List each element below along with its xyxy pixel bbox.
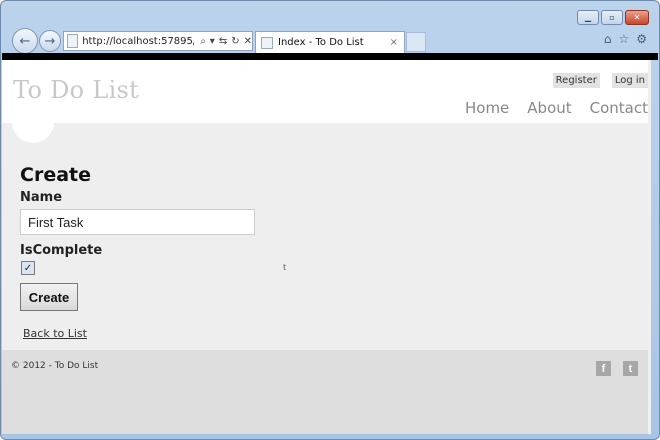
toolbar-divider — [2, 53, 658, 60]
forward-button[interactable]: → — [39, 30, 61, 52]
login-area: Register Log in — [552, 73, 648, 88]
browser-titlebar: ▁ ▫ ✕ ← → ⌕ ▾ ⇆ ↻ ✕ Index - To Do List × — [1, 1, 659, 54]
refresh-icon[interactable]: ↻ — [231, 36, 239, 47]
social-links: f t — [596, 361, 638, 376]
menu-home-link[interactable]: Home — [465, 99, 509, 117]
site-header: To Do List Register Log in Home About Co… — [2, 60, 648, 123]
compatibility-icon[interactable]: ⇆ — [219, 36, 227, 47]
main-menu: Home About Contact — [465, 99, 648, 117]
facebook-icon[interactable]: f — [596, 361, 611, 376]
site-title[interactable]: To Do List — [13, 76, 139, 104]
name-label: Name — [20, 190, 63, 205]
browser-tab[interactable]: Index - To Do List × — [255, 31, 405, 53]
iscomplete-label: IsComplete — [20, 243, 103, 258]
back-arrow-icon: ← — [19, 33, 31, 49]
copyright-text: © 2012 - To Do List — [11, 361, 99, 371]
twitter-icon[interactable]: t — [623, 361, 638, 376]
site-footer: © 2012 - To Do List f t — [2, 350, 648, 434]
page-heading: Create — [20, 164, 91, 186]
register-link[interactable]: Register — [552, 73, 600, 88]
stop-icon[interactable]: ✕ — [244, 36, 252, 47]
dropdown-icon[interactable]: ▾ — [210, 36, 215, 47]
stray-text-mark: t — [283, 263, 287, 272]
home-icon[interactable]: ⌂ — [604, 32, 612, 46]
tab-title: Index - To Do List — [278, 37, 364, 48]
favorites-star-icon[interactable]: ☆ — [618, 32, 629, 46]
browser-window: ▁ ▫ ✕ ← → ⌕ ▾ ⇆ ↻ ✕ Index - To Do List × — [0, 0, 660, 440]
menu-contact-link[interactable]: Contact — [590, 99, 648, 117]
menu-about-link[interactable]: About — [527, 99, 571, 117]
tab-close-icon[interactable]: × — [390, 37, 398, 48]
close-window-button[interactable]: ✕ — [625, 10, 649, 25]
forward-arrow-icon: → — [44, 33, 56, 49]
checkmark-icon: ✓ — [23, 262, 33, 274]
login-link[interactable]: Log in — [611, 73, 648, 88]
search-icon[interactable]: ⌕ — [200, 36, 206, 47]
tab-page-icon — [261, 36, 273, 49]
new-tab-button[interactable] — [406, 32, 426, 52]
address-bar[interactable]: ⌕ ▾ ⇆ ↻ ✕ — [63, 31, 253, 51]
scrollbar-track[interactable] — [648, 60, 651, 434]
create-button[interactable]: Create — [20, 283, 78, 311]
window-controls: ▁ ▫ ✕ — [577, 10, 649, 25]
name-input[interactable] — [20, 209, 255, 235]
page-viewport: To Do List Register Log in Home About Co… — [2, 60, 648, 434]
page-icon — [67, 34, 79, 48]
settings-gear-icon[interactable]: ⚙ — [636, 32, 647, 46]
browser-toolbar: ⌂ ☆ ⚙ — [604, 32, 647, 46]
main-content: Create Name IsComplete ✓ t Create Back t… — [2, 101, 648, 350]
address-tools: ⌕ ▾ ⇆ ↻ ✕ — [200, 36, 252, 47]
maximize-button[interactable]: ▫ — [601, 10, 623, 25]
back-button[interactable]: ← — [12, 28, 38, 54]
address-input[interactable] — [82, 35, 195, 47]
back-to-list-link[interactable]: Back to List — [23, 327, 87, 340]
decorative-bump — [12, 101, 54, 143]
minimize-button[interactable]: ▁ — [577, 10, 599, 25]
iscomplete-checkbox[interactable]: ✓ — [21, 261, 35, 275]
